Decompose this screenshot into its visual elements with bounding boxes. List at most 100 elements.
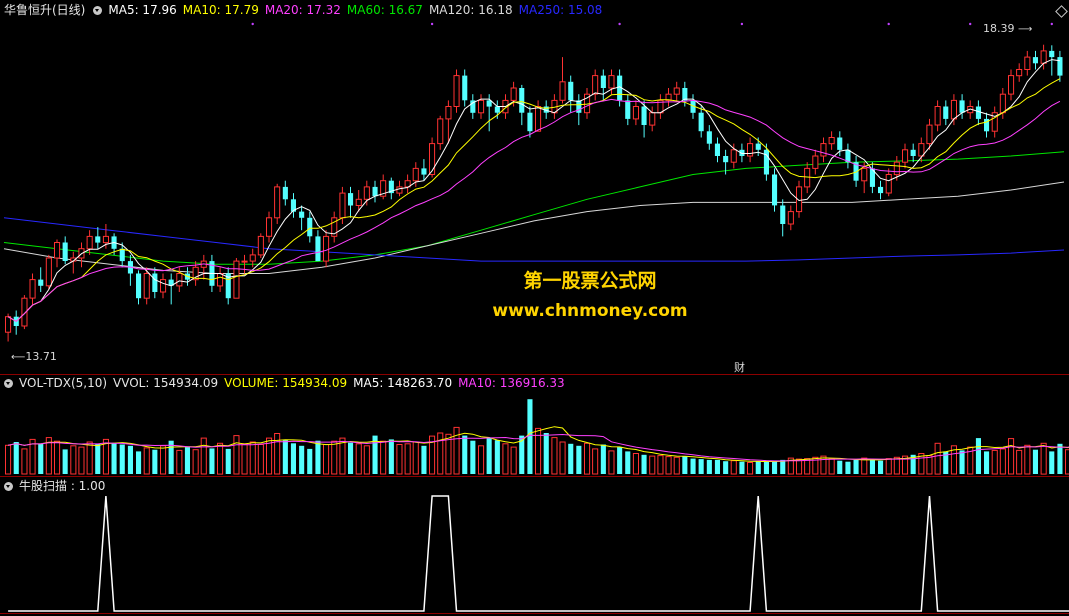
event-dot-3 [740, 22, 744, 26]
volume-bar-78 [641, 454, 647, 474]
ma-legend-item-1: MA10: 17.79 [182, 3, 259, 17]
dropdown-icon[interactable] [4, 482, 13, 491]
candle-body-41 [339, 192, 346, 219]
volume-bar-46 [380, 440, 387, 475]
volume-bar-4 [38, 443, 44, 474]
candle-body-54 [445, 106, 452, 120]
volume-bar-66 [543, 433, 549, 474]
candle-body-30 [249, 254, 256, 262]
candle-body-99 [812, 155, 819, 169]
volume-bar-25 [209, 448, 215, 474]
candle-body-42 [348, 193, 354, 206]
volume-bar-62 [510, 446, 517, 475]
low-price-label: ⟵13.71 [11, 350, 57, 363]
cai-event-marker[interactable]: 财 [734, 359, 745, 375]
candle-body-38 [315, 236, 321, 262]
volume-bar-89 [730, 460, 737, 475]
volume-bar-53 [437, 432, 444, 475]
candle-body-11 [95, 236, 101, 243]
candle-body-55 [453, 75, 460, 107]
volume-bar-10 [86, 441, 93, 475]
candle-body-68 [559, 81, 566, 101]
volume-bar-122 [999, 448, 1006, 475]
volume-bar-37 [307, 448, 313, 474]
volume-bar-30 [249, 441, 256, 475]
volume-bar-48 [396, 444, 403, 475]
volume-bar-34 [282, 440, 288, 474]
candle-body-113 [926, 124, 933, 145]
watermark-url: www.chnmoney.com [492, 301, 688, 321]
volume-bar-105 [861, 457, 868, 475]
volume-bar-87 [714, 459, 720, 474]
candle-body-89 [730, 149, 737, 163]
volume-bar-57 [470, 440, 476, 474]
candle-body-73 [600, 75, 606, 88]
volume-bar-109 [893, 456, 900, 475]
price-header: 华鲁恒升(日线) MA5: 17.96 MA10: 17.79 MA20: 17.32… [0, 1, 614, 19]
volume-bar-58 [478, 445, 485, 475]
volume-bar-14 [119, 444, 125, 474]
candle-body-87 [714, 143, 720, 156]
volume-bar-12 [102, 438, 110, 475]
stock-name: 华鲁恒升(日线) [4, 3, 86, 17]
volume-bar-94 [772, 460, 778, 474]
volume-bar-35 [290, 443, 296, 475]
volume-bar-91 [747, 462, 754, 475]
candle-body-50 [412, 167, 419, 182]
volume-bar-104 [853, 459, 859, 474]
dropdown-icon[interactable] [93, 6, 103, 15]
volume-bar-93 [763, 461, 769, 474]
event-dot-6 [1050, 22, 1054, 26]
candle-body-17 [143, 273, 150, 299]
candle-body-83 [682, 88, 688, 101]
volume-bar-130 [1065, 449, 1069, 475]
volume-bar-15 [127, 445, 133, 474]
dropdown-icon[interactable] [4, 379, 13, 388]
volume-indicator-name: VOL-TDX(5,10) [19, 376, 108, 390]
volume-bar-56 [462, 435, 468, 474]
volume-bar-1 [13, 442, 19, 474]
volume-bar-68 [559, 441, 566, 475]
candle-body-28 [233, 260, 240, 299]
candle-body-119 [975, 106, 981, 119]
volume-bar-42 [348, 442, 354, 474]
event-dot-4 [887, 22, 890, 26]
volume-bar-108 [885, 458, 892, 475]
candle-body-123 [1008, 75, 1015, 95]
volume-bar-103 [845, 461, 851, 474]
candle-body-114 [934, 106, 941, 126]
candle-body-124 [1016, 69, 1023, 77]
candle-body-16 [136, 273, 142, 299]
volume-bar-38 [315, 440, 321, 474]
volume-bar-39 [323, 444, 330, 475]
candle-body-91 [747, 143, 754, 157]
volume-bar-107 [878, 460, 884, 474]
volume-bar-23 [192, 449, 199, 475]
volume-bar-22 [184, 447, 190, 474]
volume-bar-19 [160, 445, 167, 475]
candle-body-48 [396, 186, 403, 194]
event-dot-0 [251, 22, 254, 26]
candle-body-58 [478, 99, 485, 114]
volume-bar-117 [959, 450, 965, 474]
volume-bar-71 [584, 442, 591, 475]
candle-body-5 [45, 257, 52, 287]
watermark-title: 第一股票公式网 [523, 270, 657, 292]
candle-body-26 [217, 273, 224, 287]
volume-legend-item-3: MA10: 136916.33 [458, 376, 565, 390]
volume-bar-92 [755, 461, 761, 474]
volume-bar-47 [388, 439, 394, 474]
candle-body-31 [257, 235, 264, 256]
volume-legend-item-2: MA5: 148263.70 [353, 376, 453, 390]
volume-legend: VVOL: 154934.09 VOLUME: 154934.09 MA5: 148… [113, 376, 571, 390]
candle-body-3 [29, 279, 36, 299]
volume-bar-9 [78, 446, 85, 475]
candle-body-32 [266, 217, 273, 237]
volume-bar-75 [617, 447, 623, 474]
candle-body-105 [861, 167, 868, 182]
volume-bar-76 [625, 451, 631, 474]
candle-body-21 [176, 273, 183, 287]
volume-bar-26 [217, 442, 224, 475]
event-dot-1 [430, 22, 434, 26]
candle-body-52 [429, 143, 436, 176]
